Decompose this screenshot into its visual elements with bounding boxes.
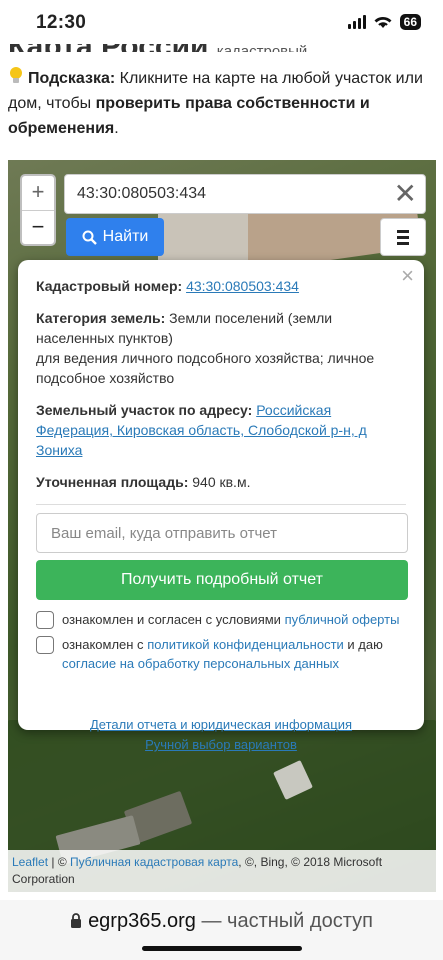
land-category-label: Категория земель: bbox=[36, 310, 166, 326]
zoom-out-button[interactable]: − bbox=[22, 210, 54, 244]
find-button[interactable]: Найти bbox=[66, 218, 164, 256]
privacy-consent-checkbox-row: ознакомлен с политикой конфиденциальност… bbox=[36, 635, 406, 673]
browser-private-label: — частный доступ bbox=[195, 910, 373, 932]
lightbulb-icon bbox=[10, 67, 22, 83]
area-label: Уточненная площадь: bbox=[36, 474, 189, 490]
search-value: 43:30:080503:434 bbox=[77, 185, 207, 202]
find-button-label: Найти bbox=[102, 228, 149, 245]
browser-address-bar[interactable]: egrp365.org — частный доступ bbox=[0, 900, 443, 960]
cadastral-search-input[interactable]: 43:30:080503:434 ✕ bbox=[64, 174, 426, 214]
address-row: Земельный участок по адресу: Российская … bbox=[36, 400, 406, 460]
hint-label: Подсказка: bbox=[28, 70, 116, 87]
layers-menu-button[interactable] bbox=[380, 218, 426, 256]
land-category-row: Категория земель: Земли поселений (земли… bbox=[36, 308, 406, 388]
privacy-consent-text: ознакомлен с политикой конфиденциальност… bbox=[62, 635, 406, 673]
leaflet-link[interactable]: Leaflet bbox=[12, 855, 48, 869]
clear-search-icon[interactable]: ✕ bbox=[394, 179, 417, 209]
personal-data-consent-link[interactable]: согласие на обработку персональных данны… bbox=[62, 656, 339, 671]
area-value: 940 кв.м. bbox=[188, 474, 251, 490]
privacy-consent-checkbox[interactable] bbox=[36, 636, 54, 654]
cadastral-map[interactable]: + − 43:30:080503:434 ✕ Найти × Кадастров… bbox=[8, 160, 436, 892]
cadastral-number-link[interactable]: 43:30:080503:434 bbox=[186, 278, 299, 294]
battery-icon: 66 bbox=[399, 14, 421, 30]
status-icons: 66 bbox=[347, 14, 421, 30]
wifi-icon bbox=[374, 16, 392, 28]
parcel-info-popup: × Кадастровый номер: 43:30:080503:434 Ка… bbox=[18, 260, 424, 752]
page-subtitle: кадастровый bbox=[216, 43, 308, 52]
offer-consent-label: ознакомлен и согласен с условиями bbox=[62, 612, 285, 627]
cadastral-map-link[interactable]: Публичная кадастровая карта bbox=[70, 855, 238, 869]
hint-text: Подсказка: Кликните на карте на любой уч… bbox=[8, 66, 436, 141]
offer-consent-checkbox[interactable] bbox=[36, 611, 54, 629]
area-row: Уточненная площадь: 940 кв.м. bbox=[36, 472, 406, 492]
land-use-value: для ведения личного подсобного хозяйства… bbox=[36, 350, 375, 386]
zoom-in-button[interactable]: + bbox=[22, 176, 54, 210]
signal-icon bbox=[347, 15, 366, 29]
status-bar: 12:30 66 bbox=[0, 0, 443, 44]
offer-consent-text: ознакомлен и согласен с условиями публич… bbox=[62, 610, 399, 629]
hint-end: . bbox=[114, 120, 119, 137]
cadastral-number-row: Кадастровый номер: 43:30:080503:434 bbox=[36, 276, 406, 296]
report-details-link[interactable]: Детали отчета и юридическая информация bbox=[90, 715, 352, 735]
home-indicator[interactable] bbox=[142, 946, 302, 951]
menu-icon bbox=[397, 229, 409, 233]
attribution-separator: | © bbox=[48, 855, 70, 869]
status-time: 12:30 bbox=[36, 12, 87, 33]
manual-selection-link[interactable]: Ручной выбор вариантов bbox=[145, 735, 297, 755]
popup-links: Детали отчета и юридическая информация Р… bbox=[36, 715, 406, 755]
divider bbox=[36, 504, 406, 505]
public-offer-link[interactable]: публичной оферты bbox=[285, 612, 400, 627]
search-icon bbox=[82, 230, 97, 245]
zoom-control: + − bbox=[20, 174, 56, 246]
cadastral-number-label: Кадастровый номер: bbox=[36, 278, 183, 294]
browser-domain: egrp365.org bbox=[88, 910, 196, 932]
menu-icon bbox=[397, 241, 409, 245]
privacy-policy-link[interactable]: политикой конфиденциальности bbox=[147, 637, 344, 652]
get-report-button[interactable]: Получить подробный отчет bbox=[36, 560, 408, 600]
map-attribution: Leaflet | © Публичная кадастровая карта,… bbox=[8, 850, 436, 892]
close-popup-icon[interactable]: × bbox=[401, 265, 414, 287]
email-input[interactable]: Ваш email, куда отправить отчет bbox=[36, 513, 408, 553]
menu-icon bbox=[397, 235, 409, 239]
lock-icon bbox=[71, 913, 82, 928]
browser-url: egrp365.org — частный доступ bbox=[0, 910, 443, 933]
privacy-consent-label-2: и даю bbox=[343, 637, 383, 652]
offer-consent-checkbox-row: ознакомлен и согласен с условиями публич… bbox=[36, 610, 406, 629]
privacy-consent-label: ознакомлен с bbox=[62, 637, 148, 652]
address-label: Земельный участок по адресу: bbox=[36, 402, 253, 418]
